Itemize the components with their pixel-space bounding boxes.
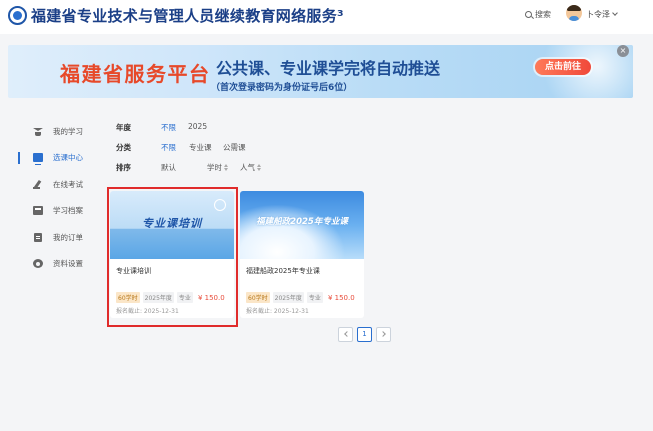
filter-label-year: 年度 xyxy=(116,123,131,132)
prev-page-button[interactable] xyxy=(338,327,353,342)
monitor-icon xyxy=(33,153,43,166)
promo-banner[interactable]: 福建省服务平台 公共课、专业课学完将自动推送 （首次登录密码为身份证号后6位） … xyxy=(8,45,633,98)
course-tags: 60学时 2025年度 专业 ¥ 150.0 xyxy=(246,292,355,303)
sidebar-item-label: 在线考试 xyxy=(53,179,83,189)
pagination: 1 xyxy=(338,327,391,342)
pen-icon xyxy=(33,180,43,189)
sidebar-item-course-center[interactable]: 选课中心 xyxy=(16,145,94,172)
search-button[interactable]: 搜索 xyxy=(525,9,551,20)
filter-category-professional[interactable]: 专业课 xyxy=(189,142,212,153)
banner-headline: 公共课、专业课学完将自动推送 xyxy=(216,59,441,78)
sidebar-item-label: 我的学习 xyxy=(53,126,83,136)
thumbnail-title: 福建船政2025年专业课 xyxy=(256,217,348,227)
sidebar-item-label: 学习档案 xyxy=(53,206,83,216)
next-page-button[interactable] xyxy=(376,327,391,342)
top-header: 福建省专业技术与管理人员继续教育网络服务³ 搜索 卜令泽 xyxy=(0,0,653,34)
search-icon xyxy=(525,11,532,18)
avatar[interactable] xyxy=(566,5,582,21)
banner-subline: （首次登录密码为身份证号后6位） xyxy=(211,83,353,93)
sort-arrows-icon xyxy=(224,164,229,171)
selection-highlight-box xyxy=(107,187,238,327)
sidebar-item-my-learning[interactable]: 我的学习 xyxy=(16,118,94,145)
chevron-down-icon xyxy=(612,10,618,16)
sort-by-popularity[interactable]: 人气 xyxy=(240,162,262,173)
filter-category-public[interactable]: 公需课 xyxy=(223,142,246,153)
user-menu[interactable]: 卜令泽 xyxy=(586,9,618,20)
filter-year-2025[interactable]: 2025 xyxy=(188,122,207,131)
sort-by-hours-label: 学时 xyxy=(207,163,222,172)
folder-icon xyxy=(33,206,43,216)
filter-label-sort: 排序 xyxy=(116,163,131,172)
banner-close-icon[interactable]: × xyxy=(617,45,629,57)
sidebar-nav: 我的学习 选课中心 在线考试 学习档案 我的订单 资料设置 xyxy=(16,118,94,277)
filter-year-any[interactable]: 不限 xyxy=(161,122,176,133)
sort-by-hours[interactable]: 学时 xyxy=(207,162,229,173)
user-name: 卜令泽 xyxy=(586,10,610,19)
type-badge: 专业 xyxy=(306,292,323,303)
sidebar-item-label: 选课中心 xyxy=(53,153,83,163)
enroll-deadline: 报名截止: 2025-12-31 xyxy=(246,308,309,315)
chevron-right-icon xyxy=(379,331,386,337)
course-thumbnail[interactable]: 福建船政2025年专业课 xyxy=(240,191,364,259)
sort-arrows-icon xyxy=(257,164,262,171)
filter-label-category: 分类 xyxy=(116,143,131,152)
search-label: 搜索 xyxy=(535,10,551,19)
year-badge: 2025年度 xyxy=(272,292,304,303)
sidebar-item-online-exam[interactable]: 在线考试 xyxy=(16,171,94,198)
graduation-cap-icon xyxy=(33,127,43,136)
course-card[interactable]: 福建船政2025年专业课 福建船政2025年专业课 60学时 2025年度 专业… xyxy=(240,191,364,318)
course-price: ¥ 150.0 xyxy=(327,293,355,302)
filter-category-any[interactable]: 不限 xyxy=(161,142,176,153)
banner-platform-title: 福建省服务平台 xyxy=(60,62,211,86)
gear-icon xyxy=(33,259,43,269)
sort-by-popularity-label: 人气 xyxy=(240,163,255,172)
sidebar-item-settings[interactable]: 资料设置 xyxy=(16,251,94,278)
page-number-button[interactable]: 1 xyxy=(357,327,372,342)
hours-badge: 60学时 xyxy=(246,292,270,303)
sidebar-item-learning-records[interactable]: 学习档案 xyxy=(16,198,94,225)
site-logo-icon[interactable] xyxy=(8,6,27,25)
sidebar-item-label: 我的订单 xyxy=(53,232,83,242)
sort-default[interactable]: 默认 xyxy=(161,162,176,173)
course-title[interactable]: 福建船政2025年专业课 xyxy=(246,266,320,276)
banner-cta-button[interactable]: 点击前往 xyxy=(535,59,591,75)
order-icon xyxy=(34,232,42,242)
sidebar-item-label: 资料设置 xyxy=(53,259,83,269)
site-title[interactable]: 福建省专业技术与管理人员继续教育网络服务³ xyxy=(31,5,344,26)
sidebar-item-my-orders[interactable]: 我的订单 xyxy=(16,224,94,251)
chevron-left-icon xyxy=(343,331,350,337)
